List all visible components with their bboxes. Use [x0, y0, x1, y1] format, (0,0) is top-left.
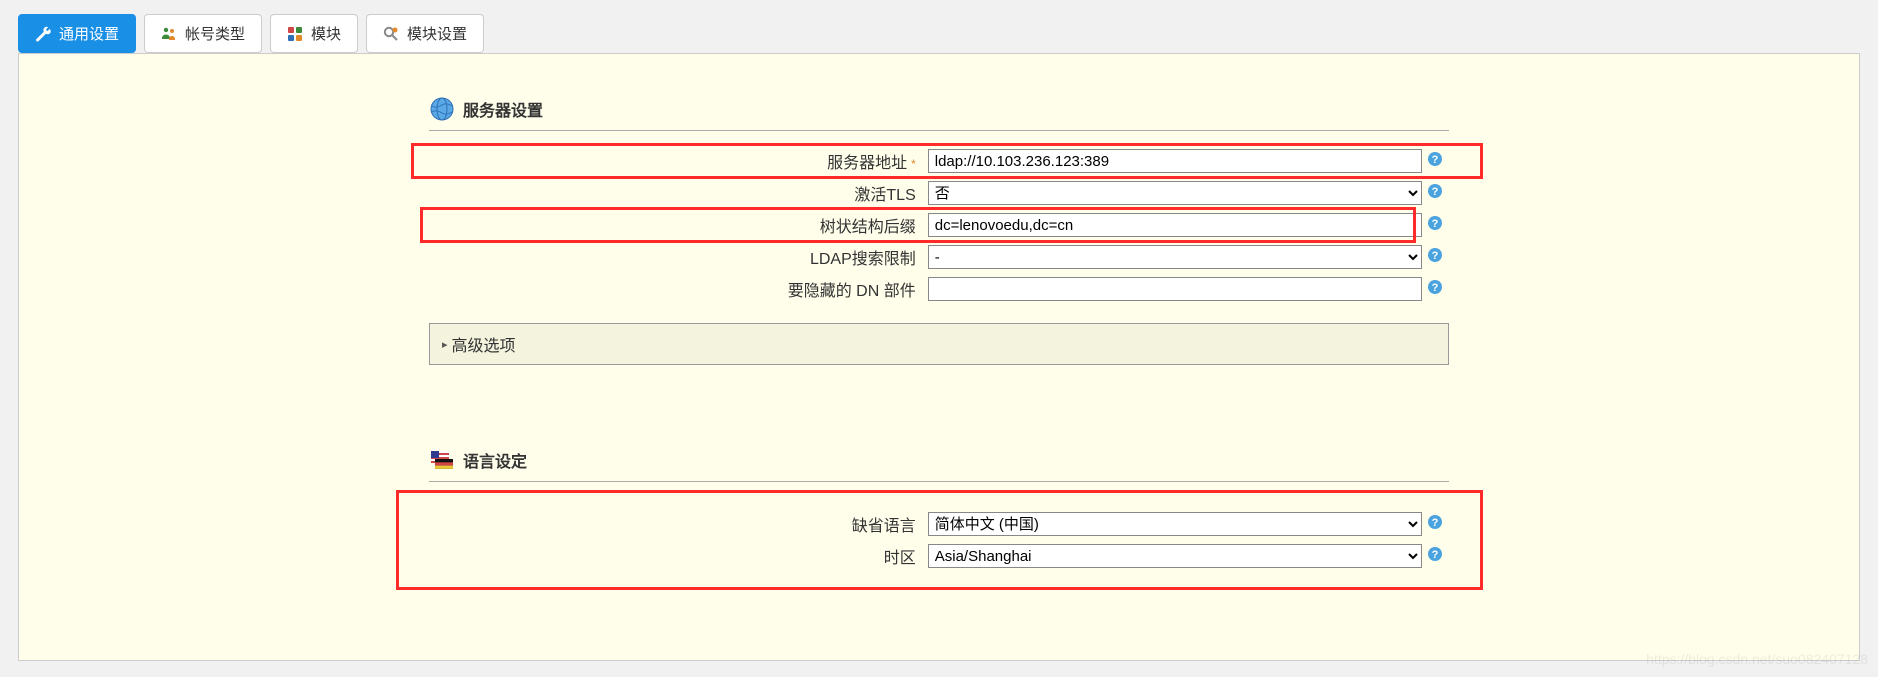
flags-icon — [429, 447, 455, 473]
tabs-bar: 通用设置 帐号类型 模块 模块设置 — [18, 14, 1860, 53]
help-icon[interactable]: ? — [1427, 514, 1443, 534]
tab-label: 通用设置 — [59, 23, 119, 44]
watermark-text: https://blog.csdn.net/suo082407128 — [1646, 651, 1868, 667]
modules-icon — [287, 26, 303, 42]
server-settings-header: 服务器设置 — [429, 92, 1449, 131]
help-icon[interactable]: ? — [1427, 183, 1443, 203]
advanced-options-label: 高级选项 — [452, 332, 516, 356]
svg-text:?: ? — [1432, 282, 1439, 294]
hide-dn-components-input[interactable] — [928, 277, 1422, 301]
activate-tls-label: 激活TLS — [429, 181, 928, 205]
tab-modules[interactable]: 模块 — [270, 14, 358, 53]
module-settings-icon — [383, 26, 399, 42]
svg-text:?: ? — [1432, 186, 1439, 198]
tab-module-settings[interactable]: 模块设置 — [366, 14, 484, 53]
section-title: 服务器设置 — [463, 97, 543, 121]
help-icon[interactable]: ? — [1427, 215, 1443, 235]
hide-dn-components-label: 要隐藏的 DN 部件 — [429, 277, 928, 301]
timezone-select[interactable]: Asia/Shanghai — [928, 544, 1422, 568]
tree-suffix-input[interactable] — [928, 213, 1422, 237]
help-icon[interactable]: ? — [1427, 546, 1443, 566]
advanced-options-toggle[interactable]: ▸ 高级选项 — [429, 323, 1449, 365]
svg-text:?: ? — [1432, 517, 1439, 529]
wrench-icon — [35, 26, 51, 42]
tab-label: 模块设置 — [407, 23, 467, 44]
help-icon[interactable]: ? — [1427, 279, 1443, 299]
chevron-right-icon: ▸ — [442, 338, 448, 351]
accounts-icon — [161, 26, 177, 42]
section-title: 语言设定 — [463, 448, 527, 472]
help-icon[interactable]: ? — [1427, 247, 1443, 267]
svg-text:?: ? — [1432, 549, 1439, 561]
tab-account-types[interactable]: 帐号类型 — [144, 14, 262, 53]
server-settings-section: 服务器设置 服务器地址* ? 激活TLS 否 ? 树状结构后缀 ? LDAP搜索… — [429, 92, 1449, 365]
tab-general-settings[interactable]: 通用设置 — [18, 14, 136, 53]
tree-suffix-label: 树状结构后缀 — [429, 213, 928, 237]
default-language-label: 缺省语言 — [429, 512, 928, 536]
server-address-input[interactable] — [928, 149, 1422, 173]
language-settings-section: 语言设定 缺省语言 简体中文 (中国) ? 时区 Asia/Shanghai ? — [429, 443, 1449, 580]
ldap-search-limit-select[interactable]: - — [928, 245, 1422, 269]
timezone-label: 时区 — [429, 544, 928, 568]
language-settings-header: 语言设定 — [429, 443, 1449, 482]
svg-text:?: ? — [1432, 154, 1439, 166]
server-address-label: 服务器地址* — [429, 149, 928, 173]
help-icon[interactable]: ? — [1427, 151, 1443, 171]
svg-text:?: ? — [1432, 250, 1439, 262]
tab-label: 模块 — [311, 23, 341, 44]
svg-text:?: ? — [1432, 218, 1439, 230]
ldap-search-limit-label: LDAP搜索限制 — [429, 245, 928, 269]
default-language-select[interactable]: 简体中文 (中国) — [928, 512, 1422, 536]
globe-icon — [429, 96, 455, 122]
settings-panel: 服务器设置 服务器地址* ? 激活TLS 否 ? 树状结构后缀 ? LDAP搜索… — [18, 53, 1860, 661]
activate-tls-select[interactable]: 否 — [928, 181, 1422, 205]
tab-label: 帐号类型 — [185, 23, 245, 44]
